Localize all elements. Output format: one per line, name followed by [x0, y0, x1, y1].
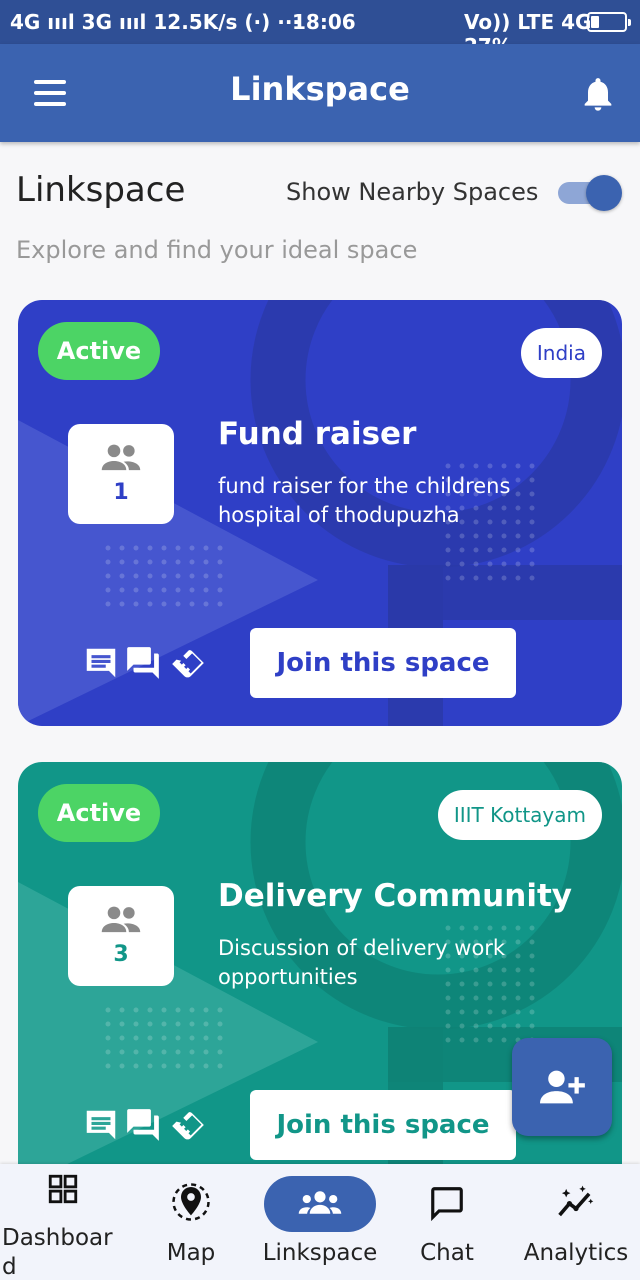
- status-bar: 4G ıııl 3G ıııl 12.5K/s (·) ··· 18:06 Vo…: [0, 0, 640, 58]
- message-icon[interactable]: [82, 1106, 120, 1148]
- group-icon: [101, 906, 141, 933]
- member-count-box: 1: [68, 424, 174, 524]
- nav-label: Map: [166, 1240, 216, 1266]
- nav-label: Dashboar d: [2, 1225, 113, 1280]
- location-badge: India: [520, 328, 602, 378]
- bell-icon: [584, 78, 612, 111]
- dashboard-icon: [48, 1174, 78, 1204]
- member-count: 1: [113, 480, 129, 505]
- forum-icon[interactable]: [124, 644, 162, 686]
- nearby-toggle-label: Show Nearby Spaces: [286, 178, 539, 206]
- nav-label: Linkspace: [262, 1240, 378, 1266]
- page-subtitle: Explore and find your ideal space: [16, 236, 418, 264]
- member-count-box: 3: [68, 886, 174, 986]
- location-badge: IIIT Kottayam: [437, 790, 602, 840]
- handshake-icon[interactable]: [168, 1106, 208, 1148]
- handshake-icon[interactable]: [168, 644, 208, 686]
- status-badge: Active: [38, 784, 160, 842]
- nav-map[interactable]: Map: [128, 1164, 254, 1280]
- add-member-fab[interactable]: [512, 1038, 612, 1136]
- nearby-spaces-toggle[interactable]: [556, 174, 624, 212]
- nav-analytics[interactable]: Analytics: [512, 1164, 640, 1280]
- page-title: Linkspace: [16, 170, 186, 210]
- space-title: Delivery Community: [218, 878, 572, 914]
- status-bar-time: 18:06: [292, 10, 356, 34]
- group-icon: [298, 1191, 342, 1214]
- battery-icon: [587, 12, 631, 32]
- add-person-icon: [540, 1070, 585, 1104]
- app-bar: Linkspace: [0, 44, 640, 142]
- forum-icon[interactable]: [124, 1106, 162, 1148]
- member-count: 3: [113, 942, 129, 967]
- message-icon[interactable]: [82, 644, 120, 686]
- space-card: Active India 1 Fund raiser fund raiser f…: [18, 300, 622, 726]
- chat-icon: [431, 1187, 463, 1222]
- nav-linkspace[interactable]: Linkspace: [256, 1164, 384, 1280]
- nav-dashboard[interactable]: Dashboar d: [0, 1164, 118, 1280]
- nav-label: Chat: [420, 1240, 474, 1266]
- nav-label: Analytics: [523, 1240, 629, 1266]
- space-description: fund raiser for the childrens hospital o…: [218, 474, 511, 527]
- status-bar-network: 4G ıııl 3G ıııl 12.5K/s (·) ···: [10, 10, 301, 34]
- analytics-icon: [558, 1185, 594, 1217]
- join-space-button[interactable]: Join this space: [250, 1090, 516, 1160]
- status-badge: Active: [38, 322, 160, 380]
- join-space-button[interactable]: Join this space: [250, 628, 516, 698]
- notification-button[interactable]: [578, 74, 618, 114]
- app-bar-title: Linkspace: [230, 70, 410, 108]
- map-pin-icon: [172, 1183, 210, 1221]
- bottom-navigation: Dashboar d Map Linkspace Chat Analytics: [0, 1164, 640, 1280]
- space-description: Discussion of delivery work opportunitie…: [218, 936, 506, 989]
- toggle-knob: [586, 175, 622, 211]
- group-icon: [101, 444, 141, 471]
- space-title: Fund raiser: [218, 416, 417, 452]
- nav-chat[interactable]: Chat: [390, 1164, 504, 1280]
